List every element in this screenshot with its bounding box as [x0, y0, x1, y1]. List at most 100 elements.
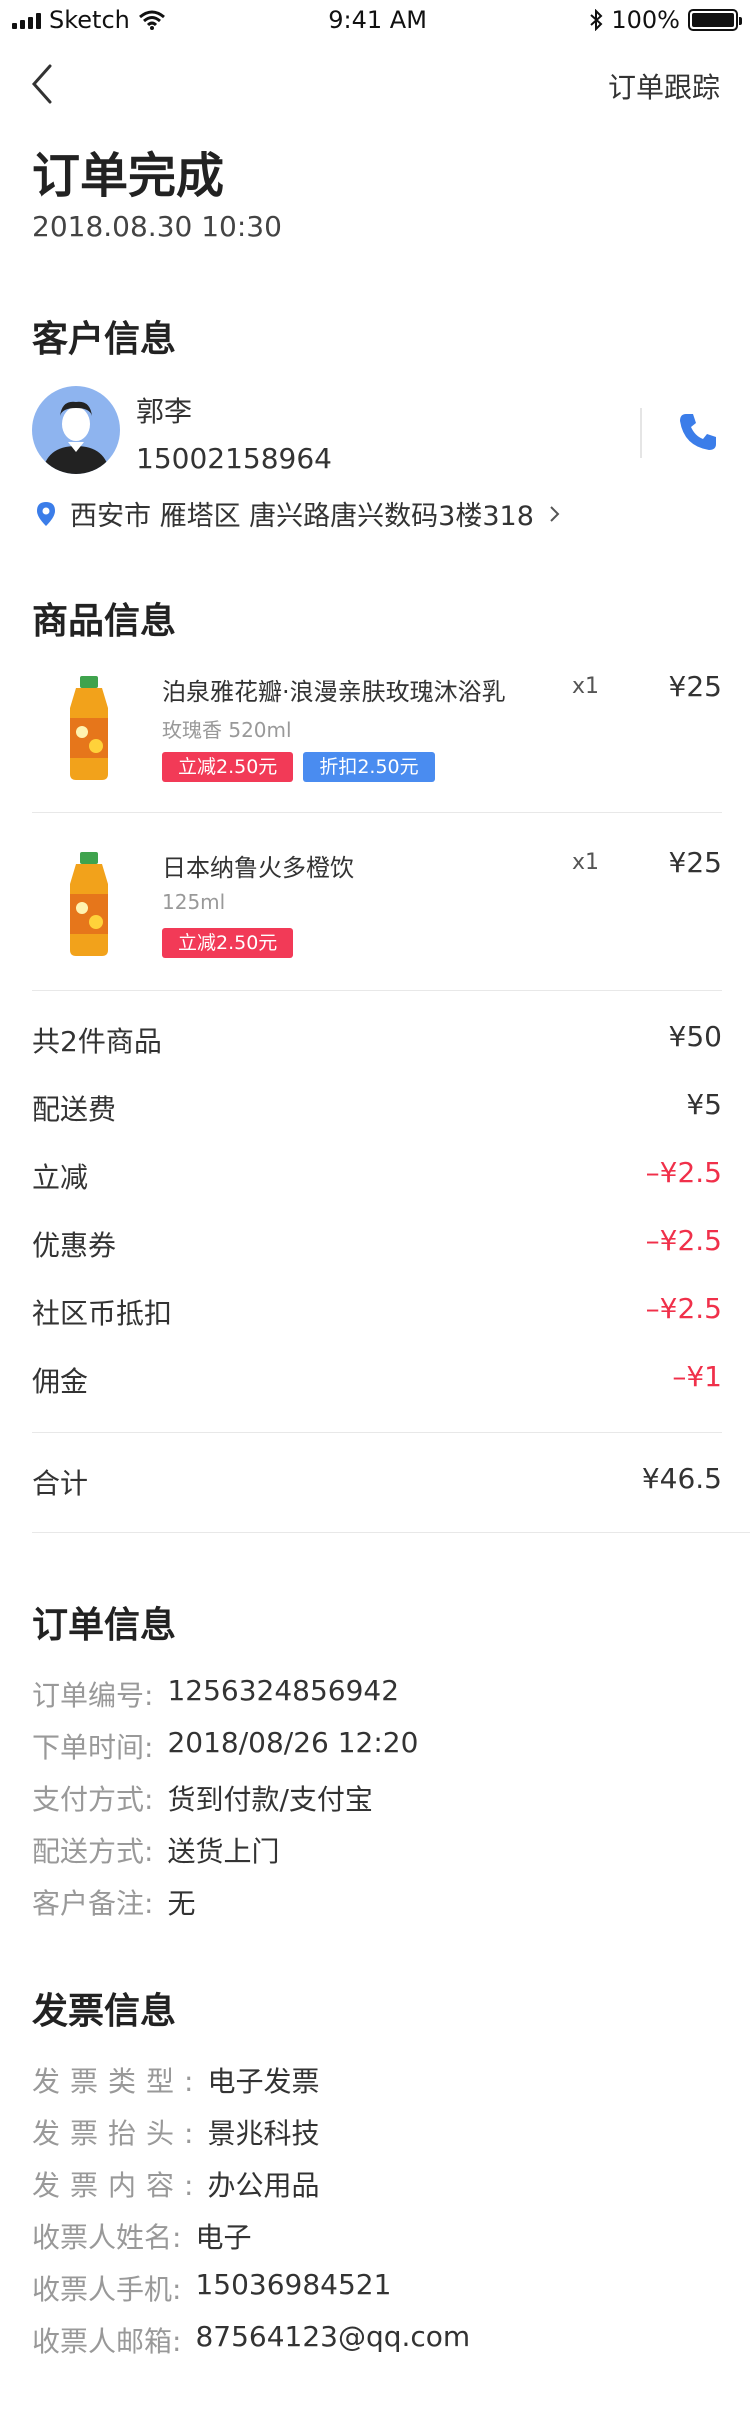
goods-item[interactable]: 日本纳鲁火多橙饮 125ml x1 ¥25 立减2.50元: [32, 842, 722, 1020]
info-value: 电子: [195, 2221, 252, 2254]
chevron-right-icon: [550, 505, 560, 522]
divider: [32, 1532, 750, 1533]
goods-price: ¥25: [668, 670, 722, 703]
page-title: 订单完成: [32, 148, 225, 204]
goods-quantity: x1: [572, 850, 600, 875]
total-value: ¥46.5: [641, 1462, 722, 1495]
info-value: 景兆科技: [207, 2117, 320, 2150]
promo-tag: 立减2.50元: [162, 752, 294, 782]
address-text: 西安市 雁塔区 唐兴路唐兴数码3楼318: [70, 501, 534, 532]
info-label: 收票人手机:: [32, 2273, 182, 2306]
divider: [640, 408, 642, 458]
info-value: 送货上门: [167, 1835, 280, 1868]
receiver-phone-row: 收票人手机: 15036984521: [32, 2268, 391, 2308]
avatar: [32, 386, 120, 474]
order-info-section-title: 订单信息: [32, 1605, 177, 1646]
promo-tags: 立减2.50元: [162, 928, 294, 958]
info-label: 发票类型:: [32, 2065, 204, 2098]
invoice-title-row: 发票抬头: 景兆科技: [32, 2112, 319, 2152]
customer-section-title: 客户信息: [32, 319, 177, 360]
customer-name: 郭李: [136, 395, 193, 428]
clock: 9:41 AM: [328, 6, 427, 34]
fee-label: 配送费: [32, 1093, 117, 1126]
info-value: 电子发票: [207, 2065, 320, 2098]
info-label: 客户备注:: [32, 1887, 154, 1920]
info-value: 1256324856942: [167, 1674, 400, 1707]
info-value: 87564123@qq.com: [195, 2320, 471, 2353]
fee-row-commission: 佣金 –¥1: [32, 1360, 722, 1400]
order-tracking-link[interactable]: 订单跟踪: [608, 66, 720, 106]
order-detail-page: Sketch 9:41 AM 100% 订单跟踪 订单完成 2018.08.30…: [0, 0, 750, 2410]
info-label: 配送方式:: [32, 1835, 154, 1868]
phone-icon[interactable]: [676, 410, 720, 454]
goods-spec: 125ml: [162, 890, 226, 914]
location-pin-icon: [37, 501, 55, 526]
invoice-type-row: 发票类型: 电子发票: [32, 2060, 319, 2100]
total-label: 合计: [32, 1467, 89, 1500]
fee-row-coupon: 优惠券 –¥2.5: [32, 1224, 722, 1264]
info-label: 收票人邮箱:: [32, 2325, 182, 2358]
fee-label: 立减: [32, 1161, 89, 1194]
fee-label: 共2件商品: [32, 1025, 162, 1058]
status-right: 100%: [589, 6, 742, 34]
fee-label: 社区币抵扣: [32, 1297, 173, 1330]
promo-tag: 立减2.50元: [162, 928, 294, 958]
info-value: 2018/08/26 12:20: [167, 1726, 419, 1759]
goods-price: ¥25: [668, 846, 722, 879]
fee-value: –¥2.5: [645, 1224, 722, 1257]
info-label: 发票内容:: [32, 2169, 204, 2202]
order-number-row: 订单编号: 1256324856942: [32, 1674, 399, 1714]
info-label: 收票人姓名:: [32, 2221, 182, 2254]
fee-label: 佣金: [32, 1365, 89, 1398]
order-datetime: 2018.08.30 10:30: [32, 210, 282, 243]
fee-row-community-coin: 社区币抵扣 –¥2.5: [32, 1292, 722, 1332]
carrier-label: Sketch: [49, 6, 130, 34]
discount-tag: 折扣2.50元: [303, 752, 435, 782]
info-label: 订单编号:: [32, 1679, 154, 1712]
info-label: 下单时间:: [32, 1731, 154, 1764]
fee-label: 优惠券: [32, 1229, 117, 1262]
battery-percent: 100%: [611, 6, 680, 34]
payment-method-row: 支付方式: 货到付款/支付宝: [32, 1778, 373, 1818]
info-value: 无: [167, 1887, 196, 1920]
signal-icon: [12, 11, 41, 29]
fee-value: –¥2.5: [645, 1156, 722, 1189]
info-value: 办公用品: [207, 2169, 320, 2202]
product-bottle-image: [70, 852, 108, 956]
status-bar: Sketch 9:41 AM 100%: [0, 0, 750, 40]
fee-value: –¥2.5: [645, 1292, 722, 1325]
goods-section-title: 商品信息: [32, 601, 177, 642]
divider: [32, 812, 722, 813]
goods-item[interactable]: 泊泉雅花瓣·浪漫亲肤玫瑰沐浴乳 玫瑰香 520ml x1 ¥25 立减2.50元…: [32, 666, 722, 844]
promo-tags: 立减2.50元 折扣2.50元: [162, 752, 435, 782]
back-chevron-icon[interactable]: [28, 62, 56, 106]
receiver-name-row: 收票人姓名: 电子: [32, 2216, 251, 2256]
battery-icon: [687, 9, 742, 31]
order-time-row: 下单时间: 2018/08/26 12:20: [32, 1726, 418, 1766]
address-row[interactable]: 西安市 雁塔区 唐兴路唐兴数码3楼318: [36, 494, 562, 533]
info-value: 15036984521: [195, 2268, 392, 2301]
fee-row-delivery: 配送费 ¥5: [32, 1088, 722, 1128]
info-label: 支付方式:: [32, 1783, 154, 1816]
battery-level: [691, 13, 734, 27]
goods-name: 日本纳鲁火多橙饮: [162, 854, 354, 882]
divider: [32, 990, 722, 991]
bluetooth-icon: [590, 9, 603, 31]
receiver-email-row: 收票人邮箱: 87564123@qq.com: [32, 2320, 470, 2360]
delivery-method-row: 配送方式: 送货上门: [32, 1830, 279, 1870]
person-icon: [42, 401, 110, 474]
customer-note-row: 客户备注: 无: [32, 1882, 195, 1922]
goods-spec: 玫瑰香 520ml: [162, 718, 292, 742]
info-label: 发票抬头:: [32, 2117, 204, 2150]
fee-value: ¥5: [686, 1088, 722, 1121]
status-left: Sketch: [12, 6, 166, 34]
invoice-section-title: 发票信息: [32, 1991, 177, 2032]
info-value: 货到付款/支付宝: [167, 1783, 373, 1816]
product-bottle-image: [70, 676, 108, 780]
wifi-icon: [138, 10, 165, 30]
fee-value: ¥50: [668, 1020, 722, 1053]
goods-name: 泊泉雅花瓣·浪漫亲肤玫瑰沐浴乳: [162, 678, 506, 706]
divider: [32, 1432, 722, 1433]
customer-phone: 15002158964: [136, 442, 332, 475]
fee-value: –¥1: [672, 1360, 722, 1393]
